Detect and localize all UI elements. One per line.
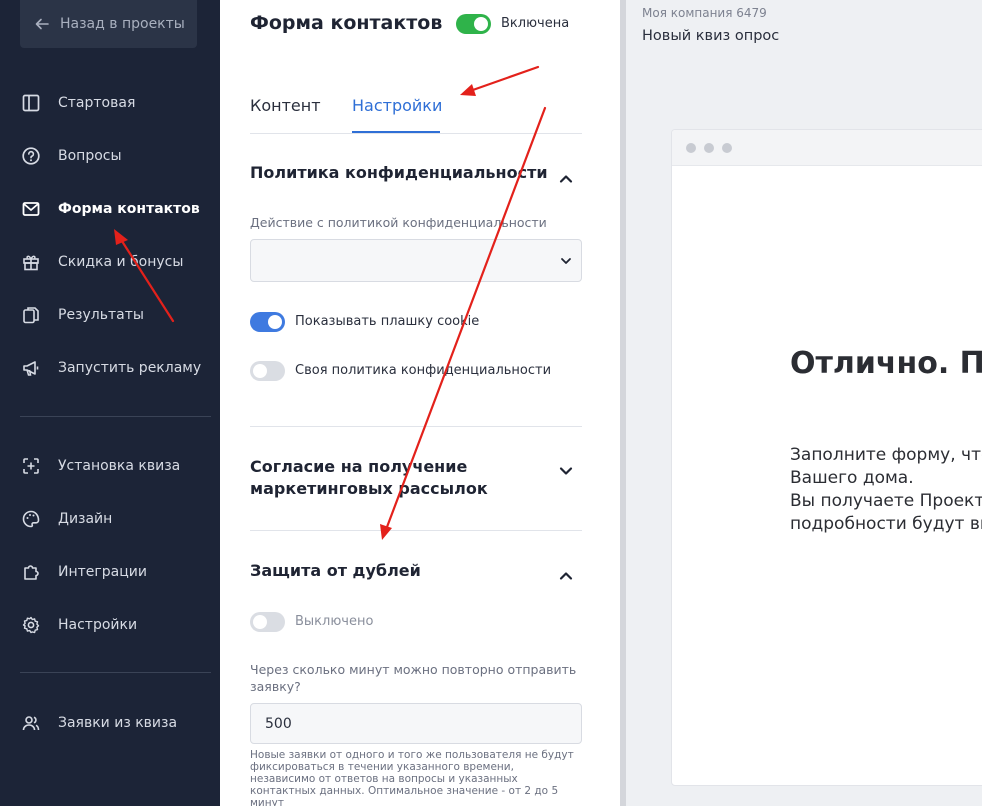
gift-icon xyxy=(20,251,42,273)
preview-text-line: Заполните форму, что xyxy=(790,445,982,465)
browser-toolbar xyxy=(672,130,982,166)
sidebar-item-label: Скидка и бонусы xyxy=(58,254,184,270)
preview-text-line: Вашего дома. xyxy=(790,468,914,488)
tab-content[interactable]: Контент xyxy=(250,96,321,115)
sidebar-item-label: Настройки xyxy=(58,617,138,633)
form-enabled-toggle[interactable] xyxy=(456,14,491,34)
sidebar-item-label: Заявки из квиза xyxy=(58,715,178,731)
privacy-action-select[interactable] xyxy=(250,239,582,282)
quiz-name: Новый квиз опрос xyxy=(642,28,780,44)
arrow-left-icon xyxy=(35,18,49,30)
sidebar-item-start[interactable]: Стартовая xyxy=(20,90,210,116)
chevron-down-icon xyxy=(561,258,571,264)
own-policy-toggle[interactable] xyxy=(250,361,285,381)
duplicates-section-title[interactable]: Защита от дублей xyxy=(250,560,421,582)
preview-heading: Отлично. По xyxy=(790,346,982,381)
preview-text-line: Вы получаете Проект xyxy=(790,491,982,511)
sidebar-item-contact-form[interactable]: Форма контактов xyxy=(20,196,210,222)
marketing-title-line2: маркетинговых рассылок xyxy=(250,479,488,498)
cookie-banner-label: Показывать плашку cookie xyxy=(295,314,480,329)
preview-browser-frame: Отлично. По Заполните форму, что Вашего … xyxy=(671,129,982,786)
sidebar-item-label: Установка квиза xyxy=(58,458,181,474)
duplicates-toggle[interactable] xyxy=(250,612,285,632)
sidebar-item-label: Запустить рекламу xyxy=(58,360,202,376)
users-icon xyxy=(20,712,42,734)
own-policy-label: Своя политика конфиденциальности xyxy=(295,363,552,378)
page-title: Форма контактов xyxy=(250,12,443,34)
section-divider xyxy=(250,530,582,531)
palette-icon xyxy=(20,508,42,530)
sidebar-item-settings[interactable]: Настройки xyxy=(20,612,210,638)
sidebar-item-design[interactable]: Дизайн xyxy=(20,506,210,532)
megaphone-icon xyxy=(20,357,42,379)
sidebar-item-label: Дизайн xyxy=(58,511,113,527)
puzzle-icon xyxy=(20,561,42,583)
form-enabled-label: Включена xyxy=(501,16,570,31)
duplicates-toggle-label: Выключено xyxy=(295,614,374,629)
section-divider xyxy=(250,426,582,427)
chevron-up-icon[interactable] xyxy=(558,171,574,187)
window-dot-icon xyxy=(686,143,696,153)
window-dot-icon xyxy=(704,143,714,153)
sidebar-item-label: Интеграции xyxy=(58,564,147,580)
copy-icon xyxy=(20,304,42,326)
active-tab-underline xyxy=(352,131,440,133)
mail-icon xyxy=(20,198,42,220)
quiz-preview: Моя компания 6479 Новый квиз опрос Отлич… xyxy=(626,0,982,806)
chevron-down-icon[interactable] xyxy=(558,463,574,479)
sidebar-item-label: Результаты xyxy=(58,307,144,323)
marketing-title-line1: Согласие на получение xyxy=(250,457,468,476)
resend-minutes-hint: Новые заявки от одного и того же пользов… xyxy=(250,749,574,806)
chevron-up-icon[interactable] xyxy=(558,568,574,584)
company-name: Моя компания 6479 xyxy=(642,6,767,20)
sidebar-item-leads[interactable]: Заявки из квиза xyxy=(20,710,210,736)
settings-panel: Форма контактов Включена Контент Настрой… xyxy=(220,0,620,806)
cookie-banner-toggle[interactable] xyxy=(250,312,285,332)
tab-settings[interactable]: Настройки xyxy=(352,96,442,115)
sidebar-item-results[interactable]: Результаты xyxy=(20,302,210,328)
gear-icon xyxy=(20,614,42,636)
sidebar-item-ads[interactable]: Запустить рекламу xyxy=(20,355,210,381)
layout-icon xyxy=(20,92,42,114)
sidebar: Назад в проекты Стартовая Вопросы Форма … xyxy=(0,0,220,806)
question-icon xyxy=(20,145,42,167)
back-to-projects-button[interactable]: Назад в проекты xyxy=(20,0,197,48)
tabs-divider xyxy=(250,133,582,134)
sidebar-divider xyxy=(20,672,211,673)
sidebar-item-label: Вопросы xyxy=(58,148,122,164)
sidebar-item-install[interactable]: Установка квиза xyxy=(20,453,210,479)
resend-minutes-input[interactable]: 500 xyxy=(250,703,582,744)
sidebar-item-questions[interactable]: Вопросы xyxy=(20,143,210,169)
marketing-section-title[interactable]: Согласие на получение маркетинговых расс… xyxy=(250,456,488,500)
resend-minutes-value: 500 xyxy=(265,715,292,732)
sidebar-divider xyxy=(20,416,211,417)
sidebar-item-integrations[interactable]: Интеграции xyxy=(20,559,210,585)
install-icon xyxy=(20,455,42,477)
preview-text-line: подробности будут вы xyxy=(790,514,982,534)
privacy-action-label: Действие с политикой конфиденциальности xyxy=(250,215,547,230)
back-label: Назад в проекты xyxy=(60,16,185,32)
privacy-section-title[interactable]: Политика конфиденциальности xyxy=(250,162,548,184)
sidebar-item-discounts[interactable]: Скидка и бонусы xyxy=(20,249,210,275)
window-dot-icon xyxy=(722,143,732,153)
resend-minutes-label: Через сколько минут можно повторно отпра… xyxy=(250,662,577,694)
sidebar-item-label: Форма контактов xyxy=(58,201,200,217)
sidebar-item-label: Стартовая xyxy=(58,95,136,111)
